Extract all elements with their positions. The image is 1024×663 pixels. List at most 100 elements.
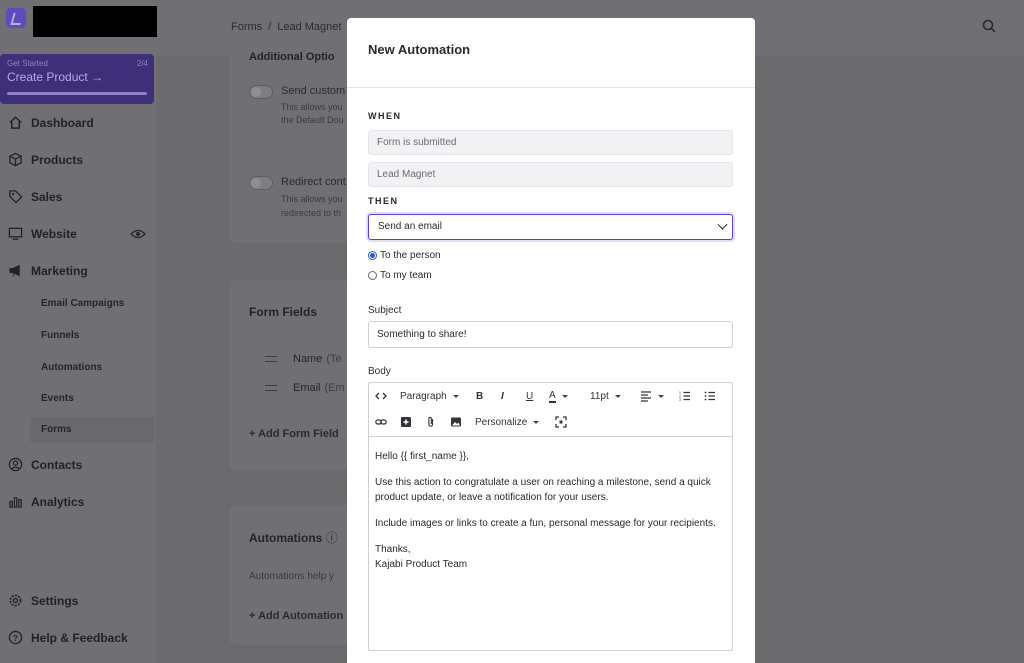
sidebar-subitem-forms[interactable]: Forms xyxy=(30,417,154,443)
text-color-button[interactable]: A xyxy=(549,388,568,404)
promo-progress-bar xyxy=(7,92,147,95)
create-product-promo[interactable]: Get Started 2/4 Create Product → xyxy=(0,54,154,104)
sidebar-item-dashboard[interactable]: Dashboard xyxy=(8,115,94,130)
link-icon xyxy=(375,419,387,425)
breadcrumb: Forms / Lead Magnet xyxy=(231,21,341,33)
app-logo[interactable] xyxy=(6,8,26,28)
search-icon[interactable] xyxy=(982,19,996,33)
redirect-desc-1: This allows you xyxy=(281,194,343,204)
form-field-row-name[interactable]: Name (Te xyxy=(249,346,349,372)
sidebar-item-label: Analytics xyxy=(31,494,85,509)
send-custom-desc-1: This allows you xyxy=(281,102,343,112)
modal-header: New Automation xyxy=(347,18,755,88)
redirect-title: Redirect cont xyxy=(281,176,346,188)
sidebar-subitem-events[interactable]: Events xyxy=(41,393,74,404)
form-fields-title: Form Fields xyxy=(249,305,318,319)
add-form-field-button[interactable]: + Add Form Field xyxy=(249,428,339,440)
field-type: (Em xyxy=(324,382,345,394)
caret-down-icon xyxy=(452,394,459,398)
underline-icon: U xyxy=(526,390,534,402)
home-icon xyxy=(9,116,22,129)
sidebar-item-label: Website xyxy=(31,226,77,241)
align-dropdown[interactable] xyxy=(640,388,664,404)
underline-button[interactable]: U xyxy=(526,388,533,404)
body-signoff: Thanks, xyxy=(375,544,411,555)
align-left-icon xyxy=(641,391,651,402)
paragraph-dropdown[interactable]: Paragraph xyxy=(400,388,459,404)
body-team: Kajabi Product Team xyxy=(375,559,468,570)
caret-down-icon xyxy=(533,420,540,424)
recipient-option-person[interactable]: To the person xyxy=(368,250,441,261)
monitor-icon xyxy=(8,227,23,240)
bold-button[interactable]: B xyxy=(476,388,483,404)
sidebar-subitem-email-campaigns[interactable]: Email Campaigns xyxy=(41,298,124,309)
site-name-redacted xyxy=(33,6,157,37)
radio-unselected[interactable] xyxy=(368,271,377,280)
radio-label: To my team xyxy=(380,270,432,281)
rich-text-editor[interactable]: Paragraph B I U A 11pt 123 Personalize H… xyxy=(368,382,733,651)
field-label: Email xyxy=(293,382,321,394)
promo-title: Create Product → xyxy=(7,70,104,84)
breadcrumb-separator: / xyxy=(268,21,272,33)
caret-down-icon xyxy=(561,394,568,398)
image-icon xyxy=(451,417,461,427)
code-view-button[interactable] xyxy=(375,388,387,404)
help-circle-icon[interactable]: ⓘ xyxy=(326,531,338,545)
sidebar-item-products[interactable]: Products xyxy=(8,152,83,167)
subject-label: Subject xyxy=(368,305,402,316)
eye-icon[interactable] xyxy=(130,228,146,240)
insert-image-button[interactable] xyxy=(450,414,462,430)
plus-icon: + xyxy=(249,428,256,440)
editor-toolbar: Paragraph B I U A 11pt 123 Personalize xyxy=(369,383,732,437)
insert-link-button[interactable] xyxy=(375,414,387,430)
action-select-value: Send an email xyxy=(378,221,442,232)
tag-icon xyxy=(9,190,23,204)
insert-block-button[interactable] xyxy=(400,414,412,430)
drag-handle-icon[interactable] xyxy=(265,356,277,362)
fullscreen-button[interactable] xyxy=(555,414,567,430)
recipient-option-team[interactable]: To my team xyxy=(368,270,432,281)
bullet-list-button[interactable] xyxy=(704,388,716,404)
form-field-row-email[interactable]: Email (Em xyxy=(249,375,349,401)
arrow-right-icon: → xyxy=(91,70,104,84)
plus-icon: + xyxy=(249,610,256,622)
personalize-dropdown[interactable]: Personalize xyxy=(475,414,540,430)
sidebar-subitem-funnels[interactable]: Funnels xyxy=(41,330,79,341)
add-automation-button[interactable]: + Add Automation xyxy=(249,610,343,622)
breadcrumb-lead-magnet[interactable]: Lead Magnet xyxy=(277,21,341,33)
ordered-list-icon: 123 xyxy=(679,391,690,402)
sidebar-item-website[interactable]: Website xyxy=(8,226,77,241)
sidebar-item-settings[interactable]: Settings xyxy=(8,593,78,608)
breadcrumb-forms[interactable]: Forms xyxy=(231,21,262,33)
gear-icon xyxy=(9,594,22,607)
sidebar: Get Started 2/4 Create Product → Dashboa… xyxy=(0,54,156,663)
sidebar-item-analytics[interactable]: Analytics xyxy=(8,494,84,509)
editor-content[interactable]: Hello {{ first_name }}, Use this action … xyxy=(369,437,732,584)
sidebar-item-marketing[interactable]: Marketing xyxy=(8,263,88,278)
subject-input[interactable]: Something to share! xyxy=(368,321,733,348)
attach-file-button[interactable] xyxy=(425,414,437,430)
promo-step: 2/4 xyxy=(136,59,148,68)
bar-chart-icon xyxy=(9,497,22,508)
sidebar-item-help[interactable]: ? Help & Feedback xyxy=(8,630,128,645)
sidebar-item-sales[interactable]: Sales xyxy=(8,189,62,204)
sidebar-item-label: Products xyxy=(31,152,84,167)
code-icon xyxy=(375,392,387,400)
megaphone-icon xyxy=(9,264,20,277)
bold-icon: B xyxy=(476,390,484,402)
italic-button[interactable]: I xyxy=(501,388,504,404)
send-custom-toggle[interactable] xyxy=(249,85,273,99)
redirect-toggle[interactable] xyxy=(249,176,273,190)
radio-selected[interactable] xyxy=(368,251,377,260)
user-circle-icon xyxy=(8,457,23,472)
drag-handle-icon[interactable] xyxy=(265,385,277,391)
ordered-list-button[interactable]: 123 xyxy=(679,388,691,404)
sidebar-subitem-automations[interactable]: Automations xyxy=(41,362,102,373)
font-size-dropdown[interactable]: 11pt xyxy=(590,388,621,404)
box-icon xyxy=(9,152,22,167)
sidebar-item-contacts[interactable]: Contacts xyxy=(8,457,82,472)
action-select[interactable]: Send an email xyxy=(368,214,733,240)
caret-down-icon xyxy=(614,394,621,398)
caret-down-icon xyxy=(658,394,664,398)
sidebar-item-label: Marketing xyxy=(31,263,88,278)
